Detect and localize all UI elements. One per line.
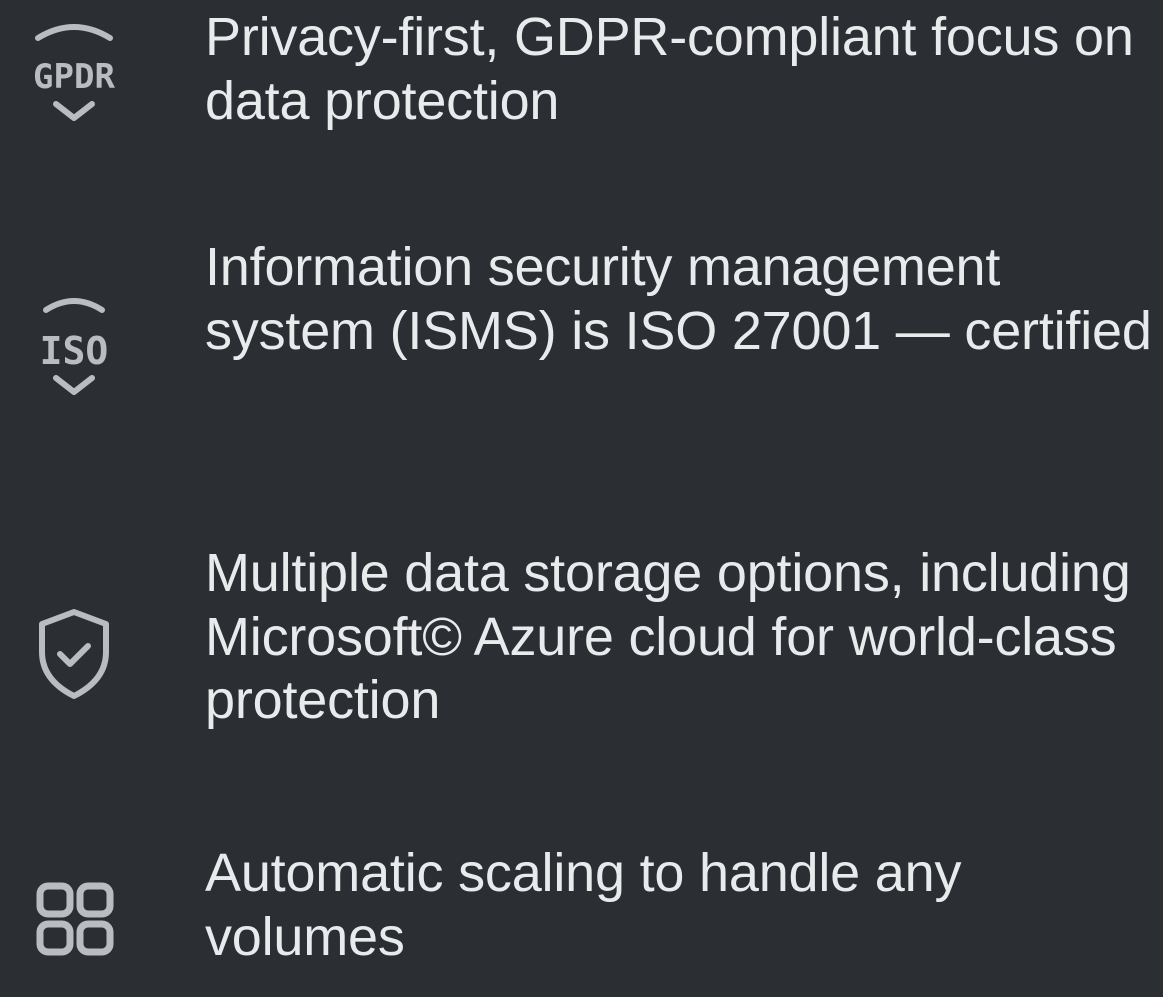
grid-squares-icon bbox=[14, 864, 134, 984]
page: { "features": [ { "icon": "gdpr-shield-i… bbox=[0, 0, 1163, 997]
feature-text: Multiple data storage options, including… bbox=[205, 543, 1131, 731]
shield-check-icon bbox=[14, 590, 134, 710]
feature-text: Privacy-first, GDPR-compliant focus on d… bbox=[205, 7, 1134, 131]
gdpr-badge-text: GPDR bbox=[33, 57, 115, 97]
iso-shield-icon: ISO bbox=[14, 284, 134, 404]
iso-badge-text: ISO bbox=[40, 329, 109, 373]
gdpr-shield-icon: GPDR bbox=[14, 10, 134, 130]
feature-text: Information security management system (… bbox=[205, 237, 1152, 361]
feature-text: Automatic scaling to handle any volumes bbox=[205, 843, 962, 967]
